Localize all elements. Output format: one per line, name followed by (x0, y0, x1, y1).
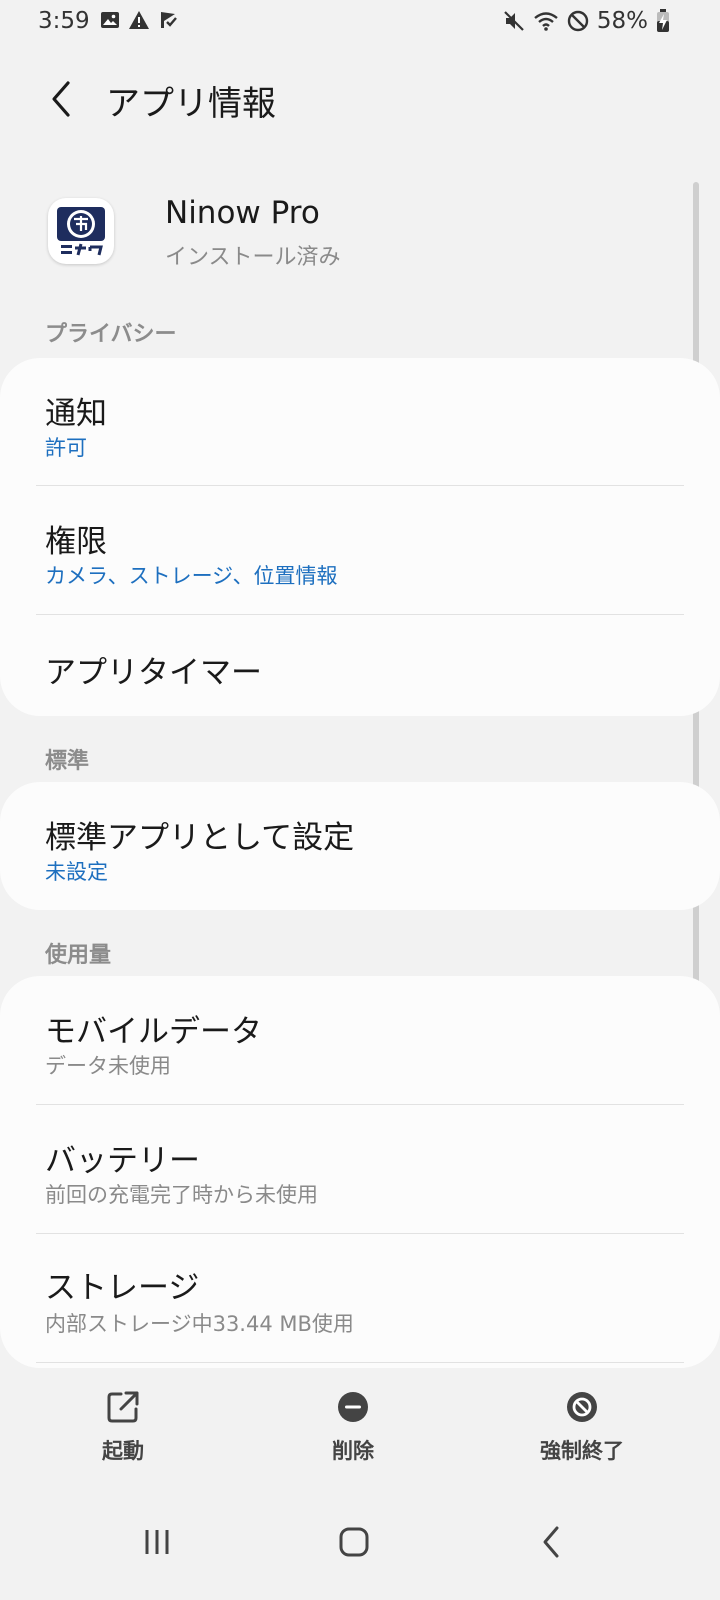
remove-circle-icon (333, 1387, 373, 1427)
do-not-disturb-icon (567, 10, 589, 32)
system-nav-bar (0, 1490, 720, 1600)
page-title: アプリ情報 (106, 84, 276, 124)
status-left-icons (100, 10, 178, 30)
status-right-icons: 58% (503, 8, 670, 34)
ninow-app-icon (48, 198, 114, 264)
bottom-action-bar: 起動 削除 強制終了 (0, 1375, 720, 1485)
set-default-value: 未設定 (45, 860, 108, 884)
divider (36, 1362, 684, 1363)
section-header-privacy: プライバシー (45, 322, 177, 347)
battery-row[interactable]: バッテリー 前回の充電完了時から未使用 (0, 1105, 720, 1233)
image-icon (100, 10, 120, 30)
status-time: 3:59 (38, 8, 90, 34)
mute-icon (503, 10, 525, 32)
uninstall-label: 削除 (332, 1439, 374, 1463)
mobile-data-row[interactable]: モバイルデータ データ未使用 (0, 976, 720, 1104)
storage-title: ストレージ (45, 1270, 200, 1306)
chevron-left-icon (52, 81, 70, 117)
recents-icon (145, 1530, 169, 1554)
storage-value: 内部ストレージ中33.44 MB使用 (45, 1312, 354, 1336)
notifications-row[interactable]: 通知 許可 (0, 358, 720, 486)
notifications-value: 許可 (45, 436, 87, 460)
force-stop-label: 強制終了 (540, 1439, 624, 1463)
app-timer-title: アプリタイマー (45, 655, 262, 691)
battery-charging-icon (656, 9, 670, 33)
uninstall-button[interactable]: 削除 (273, 1375, 433, 1485)
recents-button[interactable] (127, 1512, 187, 1572)
permissions-row[interactable]: 権限 カメラ、ストレージ、位置情報 (0, 486, 720, 614)
usage-card: モバイルデータ データ未使用 バッテリー 前回の充電完了時から未使用 ストレージ… (0, 976, 720, 1368)
defaults-card: 標準アプリとして設定 未設定 (0, 782, 720, 910)
alert-triangle-icon (128, 10, 150, 30)
app-timer-row[interactable]: アプリタイマー (0, 615, 720, 716)
mobile-data-title: モバイルデータ (45, 1014, 262, 1050)
set-default-row[interactable]: 標準アプリとして設定 未設定 (0, 782, 720, 910)
stop-circle-icon (562, 1387, 602, 1427)
force-stop-button[interactable]: 強制終了 (502, 1375, 662, 1485)
battery-percent: 58% (596, 8, 648, 34)
status-bar: 3:59 58% (0, 0, 720, 44)
home-button[interactable] (324, 1512, 384, 1572)
home-icon (339, 1527, 369, 1557)
privacy-card: 通知 許可 権限 カメラ、ストレージ、位置情報 アプリタイマー (0, 358, 720, 716)
app-name: Ninow Pro (165, 195, 320, 231)
battery-title: バッテリー (45, 1143, 200, 1179)
download-flag-icon (158, 10, 178, 30)
wifi-icon (533, 10, 559, 32)
section-header-defaults: 標準 (45, 749, 90, 774)
app-summary: Ninow Pro インストール済み (0, 185, 720, 285)
system-back-button[interactable] (522, 1512, 582, 1572)
open-external-icon (103, 1387, 143, 1427)
mobile-data-value: データ未使用 (45, 1054, 171, 1078)
set-default-title: 標準アプリとして設定 (45, 820, 355, 856)
app-install-status: インストール済み (165, 245, 341, 270)
open-label: 起動 (102, 1439, 144, 1463)
back-icon (543, 1526, 559, 1558)
back-button[interactable] (36, 74, 86, 124)
app-bar: アプリ情報 (0, 60, 720, 140)
storage-row[interactable]: ストレージ 内部ストレージ中33.44 MB使用 (0, 1234, 720, 1362)
section-header-usage: 使用量 (45, 943, 112, 968)
permissions-title: 権限 (45, 524, 107, 560)
notifications-title: 通知 (45, 396, 107, 432)
open-button[interactable]: 起動 (43, 1375, 203, 1485)
battery-value: 前回の充電完了時から未使用 (45, 1183, 318, 1207)
permissions-value: カメラ、ストレージ、位置情報 (45, 564, 338, 588)
